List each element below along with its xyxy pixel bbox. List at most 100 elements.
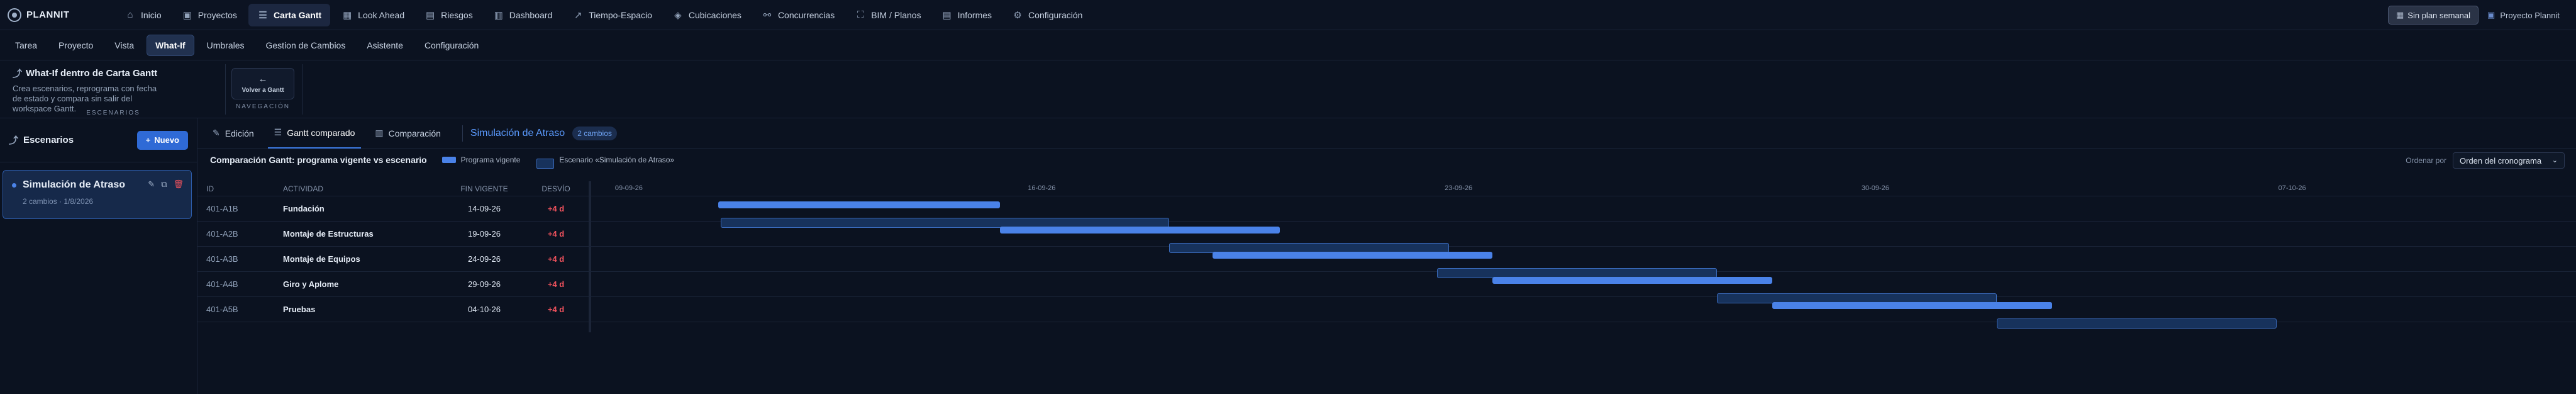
subnav-item-asistente[interactable]: Asistente xyxy=(358,35,412,56)
header-end: FIN VIGENTE xyxy=(460,184,508,193)
project-icon: ▣ xyxy=(2487,10,2496,20)
nav-item-label: Riesgos xyxy=(441,9,473,20)
chart-icon: ▥ xyxy=(375,128,384,138)
top-navbar: PLANNIT ⌂ Inicio ▣ Proyectos ☰ Carta Gantt ▦ Lo… xyxy=(0,0,2576,30)
logo-icon xyxy=(8,8,21,22)
row-deviation: +4 d xyxy=(547,229,565,239)
app-logo[interactable]: PLANNIT xyxy=(8,8,116,22)
scenario-meta: 2 cambios · 1/8/2026 xyxy=(23,197,94,206)
nav-item-bim-planos[interactable]: ⛶ BIM / Planos xyxy=(846,4,930,26)
link-icon: ⚯ xyxy=(763,9,772,21)
cube-icon: ◈ xyxy=(674,9,682,21)
navigation-group: ← Volver a Gantt NAVEGACIÓN xyxy=(231,68,294,116)
nav-item-riesgos[interactable]: ▤ Riesgos xyxy=(416,4,482,26)
subnav-item-proyecto[interactable]: Proyecto xyxy=(50,35,102,56)
legend-scenario: Escenario «Simulación de Atraso» xyxy=(534,151,674,169)
row-activity: Montaje de Equipos xyxy=(283,254,360,264)
subnav-item-configuraci-n[interactable]: Configuración xyxy=(416,35,487,56)
sort-control: Ordenar por Orden del cronograma ⌄ xyxy=(2406,152,2565,169)
simulation-title: Simulación de Atraso xyxy=(470,127,565,138)
table-row[interactable]: 401-A1B Fundación 14-09-26 +4 d xyxy=(197,196,2576,222)
ribbon-divider xyxy=(302,64,303,115)
timeline-date-label: 09-09-26 xyxy=(614,184,643,192)
nav-item-proyectos[interactable]: ▣ Proyectos xyxy=(173,4,246,26)
gantt-subnav: Tarea Proyecto Vista What-If Umbrales Gestion… xyxy=(0,30,2576,60)
arrow-left-icon: ← xyxy=(258,74,268,84)
gantt-bar-base[interactable] xyxy=(1000,227,1280,234)
scenarios-sidebar: ⤴ Escenarios + Nuevo Simulación de Atras… xyxy=(0,118,197,394)
tab-edici-n[interactable]: ✎ Edición xyxy=(206,118,260,149)
scenario-actions: ✎ ⧉ 🗑 xyxy=(142,179,184,189)
tab-label: Comparación xyxy=(388,128,441,138)
row-id: 401-A3B xyxy=(206,254,238,264)
back-to-gantt-label: Volver a Gantt xyxy=(242,87,284,94)
table-header: ID ACTIVIDAD FIN VIGENTE DESVÍO xyxy=(197,181,2576,196)
gantt-bar-base[interactable] xyxy=(718,201,1001,208)
subnav-item-vista[interactable]: Vista xyxy=(106,35,143,56)
comparison-header: Comparación Gantt: programa vigente vs e… xyxy=(197,149,2576,171)
nav-item-concurrencias[interactable]: ⚯ Concurrencias xyxy=(753,4,843,26)
nav-item-inicio[interactable]: ⌂ Inicio xyxy=(116,4,170,26)
new-scenario-button[interactable]: + Nuevo xyxy=(136,130,188,150)
calendar-icon: ▦ xyxy=(2396,10,2404,20)
main-panel: ✎ Edición ☰ Gantt comparado ▥ Comparación Sim… xyxy=(197,118,2576,394)
row-deviation: +4 d xyxy=(547,305,565,314)
weekly-plan-label: Sin plan semanal xyxy=(2407,10,2471,20)
subnav-item-umbrales[interactable]: Umbrales xyxy=(198,35,253,56)
sort-select[interactable]: Orden del cronograma ⌄ xyxy=(2453,152,2565,169)
gantt-bar-scenario[interactable] xyxy=(1997,318,2277,329)
project-selector[interactable]: ▣ Proyecto Plannit xyxy=(2487,10,2560,20)
back-to-gantt-button[interactable]: ← Volver a Gantt xyxy=(231,68,294,99)
sort-label: Ordenar por xyxy=(2406,156,2446,165)
duplicate-icon[interactable]: ⧉ xyxy=(161,179,167,189)
gantt-bar-base[interactable] xyxy=(1772,302,2052,309)
row-id: 401-A1B xyxy=(206,204,238,213)
plus-icon: + xyxy=(145,135,151,145)
nav-item-label: Tiempo-Espacio xyxy=(589,9,652,20)
weekly-plan-button[interactable]: ▦ Sin plan semanal xyxy=(2388,6,2479,25)
nav-item-label: Cubicaciones xyxy=(688,9,741,20)
legend-scenario-swatch xyxy=(536,159,555,169)
nav-item-carta-gantt[interactable]: ☰ Carta Gantt xyxy=(248,3,331,26)
whatif-tabs: ✎ Edición ☰ Gantt comparado ▥ Comparación Sim… xyxy=(197,118,2576,149)
warning-icon: ▤ xyxy=(426,9,435,21)
nav-item-informes[interactable]: ▤ Informes xyxy=(933,4,1001,26)
subnav-item-gestion-de-cambios[interactable]: Gestion de Cambios xyxy=(257,35,355,56)
tab-label: Gantt comparado xyxy=(287,127,355,138)
nav-item-dashboard[interactable]: ▥ Dashboard xyxy=(484,4,562,26)
row-activity: Pruebas xyxy=(283,305,316,314)
row-id: 401-A5B xyxy=(206,305,238,314)
tab-comparaci-n[interactable]: ▥ Comparación xyxy=(369,118,447,149)
row-deviation: +4 d xyxy=(547,254,565,264)
home-icon: ⌂ xyxy=(127,9,133,20)
tab-label: Edición xyxy=(225,128,254,138)
subnav-item-what-if[interactable]: What-If xyxy=(147,34,194,56)
gantt-bar-base[interactable] xyxy=(1492,277,1772,284)
timeline-date-label: 30-09-26 xyxy=(1861,184,1889,192)
delete-icon[interactable]: 🗑 xyxy=(173,179,184,189)
row-deviation: +4 d xyxy=(547,279,565,289)
bim-icon: ⛶ xyxy=(857,9,864,20)
legend-scenario-label: Escenario «Simulación de Atraso» xyxy=(559,155,675,164)
row-activity: Giro y Aplome xyxy=(283,279,339,289)
scenario-card[interactable]: Simulación de Atraso 2 cambios · 1/8/202… xyxy=(3,170,192,219)
changes-badge: 2 cambios xyxy=(572,126,617,140)
row-id: 401-A4B xyxy=(206,279,238,289)
subnav-item-tarea[interactable]: Tarea xyxy=(6,35,46,56)
nav-item-cubicaciones[interactable]: ◈ Cubicaciones xyxy=(663,4,750,26)
table-row[interactable]: 401-A3B Montaje de Equipos 24-09-26 +4 d xyxy=(197,247,2576,272)
table-row[interactable]: 401-A4B Giro y Aplome 29-09-26 +4 d xyxy=(197,272,2576,297)
nav-item-configuraci-n[interactable]: ⚙ Configuración xyxy=(1003,4,1091,26)
gantt-icon: ☰ xyxy=(274,127,282,137)
nav-item-look-ahead[interactable]: ▦ Look Ahead xyxy=(333,4,413,26)
edit-icon[interactable]: ✎ xyxy=(148,179,155,189)
timeline-date-label: 23-09-26 xyxy=(1445,184,1473,192)
tab-gantt-comparado[interactable]: ☰ Gantt comparado xyxy=(267,118,362,149)
nav-item-tiempo-espacio[interactable]: ↗ Tiempo-Espacio xyxy=(564,4,661,26)
row-end-date: 24-09-26 xyxy=(467,254,501,264)
whatif-title: ⤴ What-If dentro de Carta Gantt xyxy=(13,67,220,80)
nav-item-label: Look Ahead xyxy=(358,9,405,20)
gantt-bar-base[interactable] xyxy=(1212,252,1492,259)
edit-icon: ✎ xyxy=(213,128,220,138)
row-activity: Fundación xyxy=(283,204,325,213)
